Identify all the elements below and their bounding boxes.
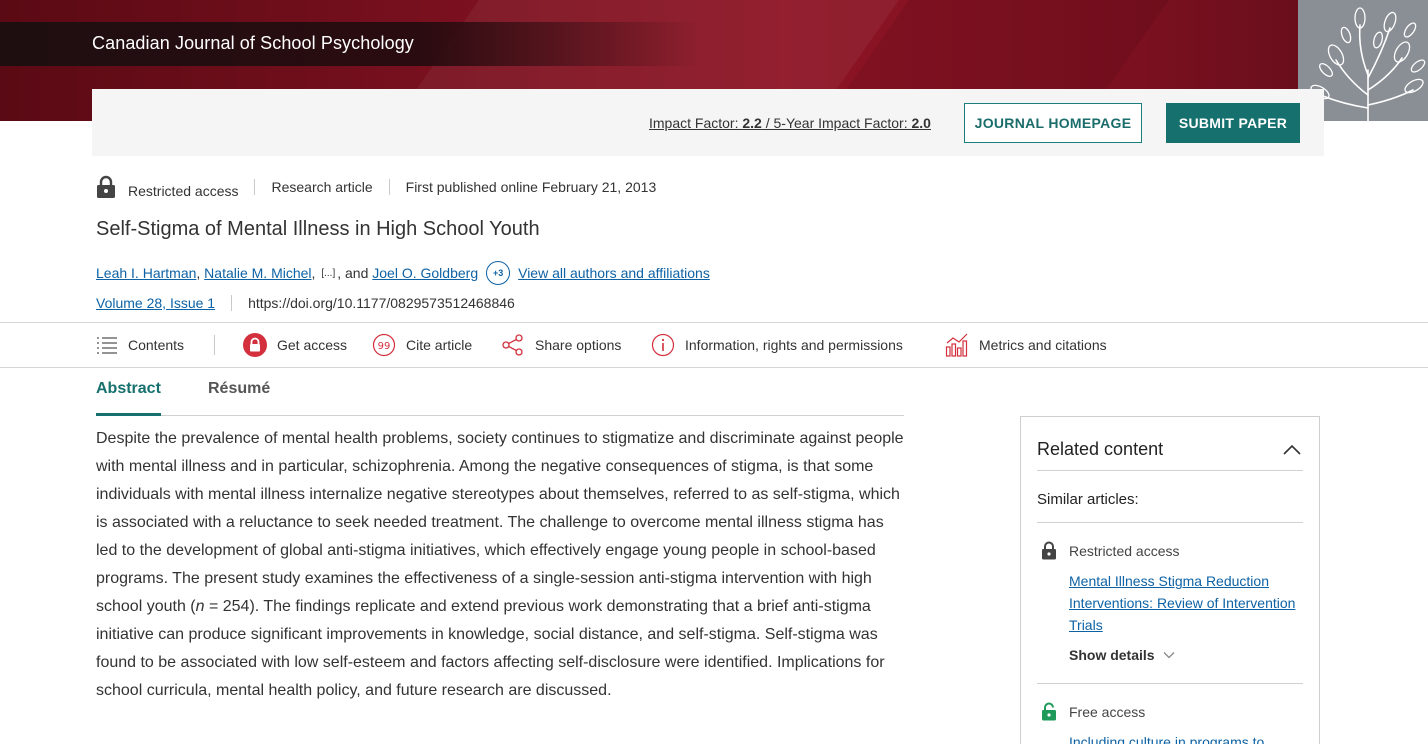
journal-title[interactable]: Canadian Journal of School Psychology — [92, 33, 414, 54]
abstract-n-symbol: n — [195, 598, 205, 615]
view-all-authors-link[interactable]: View all authors and affiliations — [518, 265, 710, 281]
chevron-down-icon — [1163, 651, 1175, 659]
abstract-text: Despite the prevalence of mental health … — [96, 425, 904, 705]
article-title: Self-Stigma of Mental Illness in High Sc… — [96, 218, 540, 240]
contents-button[interactable]: Contents — [96, 323, 184, 367]
related-item-access: Free access — [1041, 702, 1145, 721]
related-article-link[interactable]: Mental Illness Stigma Reduction Interven… — [1069, 570, 1299, 636]
author-list: Leah I. Hartman, Natalie M. Michel, [...… — [96, 260, 710, 286]
bar-chart-icon — [945, 333, 969, 357]
five-year-impact-label: 5-Year Impact Factor: — [773, 115, 912, 131]
cite-article-label: Cite article — [406, 337, 473, 353]
metrics-citations-label: Metrics and citations — [979, 337, 1107, 353]
authors-and: , and — [337, 265, 369, 281]
author-comma: , — [311, 265, 320, 281]
doi-text[interactable]: https://doi.org/10.1177/0829573512468846 — [248, 295, 515, 311]
quote-icon: 99 — [372, 333, 396, 357]
divider — [1037, 683, 1303, 684]
toolbar-divider — [214, 335, 215, 355]
impact-factor-link[interactable]: Impact Factor: 2.2 / 5-Year Impact Facto… — [649, 115, 931, 131]
contents-label: Contents — [128, 337, 185, 353]
tab-abstract[interactable]: Abstract — [96, 380, 161, 398]
divider — [1037, 522, 1303, 523]
author-link[interactable]: Natalie M. Michel — [204, 265, 311, 281]
information-rights-label: Information, rights and permissions — [685, 337, 903, 353]
unlock-icon — [1041, 702, 1057, 721]
meta-divider — [388, 179, 390, 195]
article-toolbar: Contents Get access 99 Cite article Shar… — [0, 322, 1428, 368]
lock-icon — [96, 175, 116, 199]
meta-divider — [254, 179, 256, 195]
author-link[interactable]: Leah I. Hartman — [96, 265, 196, 281]
submit-paper-button[interactable]: SUBMIT PAPER — [1166, 103, 1300, 143]
chevron-up-icon[interactable] — [1283, 443, 1301, 461]
access-status: Restricted access — [128, 183, 239, 199]
author-comma: , — [196, 265, 205, 281]
related-access-label: Restricted access — [1069, 542, 1180, 559]
abstract-part-1: Despite the prevalence of mental health … — [96, 430, 904, 615]
lock-circle-icon — [243, 333, 267, 357]
related-access-label: Free access — [1069, 703, 1146, 720]
related-content-panel: Related content Similar articles: Restri… — [1020, 416, 1320, 744]
volume-issue-link[interactable]: Volume 28, Issue 1 — [96, 295, 215, 311]
active-tab-indicator — [96, 413, 161, 416]
share-options-label: Share options — [535, 337, 622, 353]
cite-article-button[interactable]: 99 Cite article — [372, 323, 472, 367]
similar-articles-heading: Similar articles: — [1037, 491, 1139, 508]
related-item-access: Restricted access — [1041, 541, 1179, 560]
share-icon — [501, 333, 525, 357]
article-meta: Restricted access Research article First… — [96, 174, 656, 200]
journal-homepage-button[interactable]: JOURNAL HOMEPAGE — [964, 103, 1142, 143]
five-year-impact-value: 2.0 — [911, 115, 931, 131]
get-access-label: Get access — [277, 337, 348, 353]
article-type: Research article — [271, 179, 373, 195]
volume-line: Volume 28, Issue 1 https://doi.org/10.11… — [96, 295, 515, 311]
show-details-label: Show details — [1069, 647, 1155, 663]
related-content-header[interactable]: Related content — [1037, 437, 1303, 471]
authors-ellipsis[interactable]: [...] — [321, 268, 335, 279]
svg-text:99: 99 — [378, 341, 391, 352]
abstract-part-2: = 254). The findings replicate and exten… — [96, 598, 885, 699]
impact-factor-bar: Impact Factor: 2.2 / 5-Year Impact Facto… — [92, 89, 1324, 156]
share-options-button[interactable]: Share options — [501, 323, 621, 367]
tab-resume[interactable]: Résumé — [208, 380, 270, 398]
author-link[interactable]: Joel O. Goldberg — [372, 265, 478, 281]
get-access-button[interactable]: Get access — [243, 323, 347, 367]
information-rights-button[interactable]: Information, rights and permissions — [651, 323, 903, 367]
impact-factor-value: 2.2 — [742, 115, 762, 131]
impact-factor-label: Impact Factor: — [649, 115, 743, 131]
related-content-title: Related content — [1037, 439, 1164, 459]
metrics-citations-button[interactable]: Metrics and citations — [945, 323, 1107, 367]
abstract-tabs: Abstract Résumé — [96, 370, 904, 416]
info-icon — [651, 333, 675, 357]
lock-icon — [1041, 541, 1057, 560]
show-details-button[interactable]: Show details — [1069, 647, 1175, 663]
volume-divider — [231, 295, 233, 311]
more-authors-badge[interactable]: +3 — [486, 261, 511, 285]
related-article-link[interactable]: Including culture in programs to — [1069, 731, 1299, 744]
impact-separator: / — [761, 115, 774, 131]
list-icon — [96, 336, 118, 354]
publish-date: First published online February 21, 2013 — [405, 179, 657, 195]
